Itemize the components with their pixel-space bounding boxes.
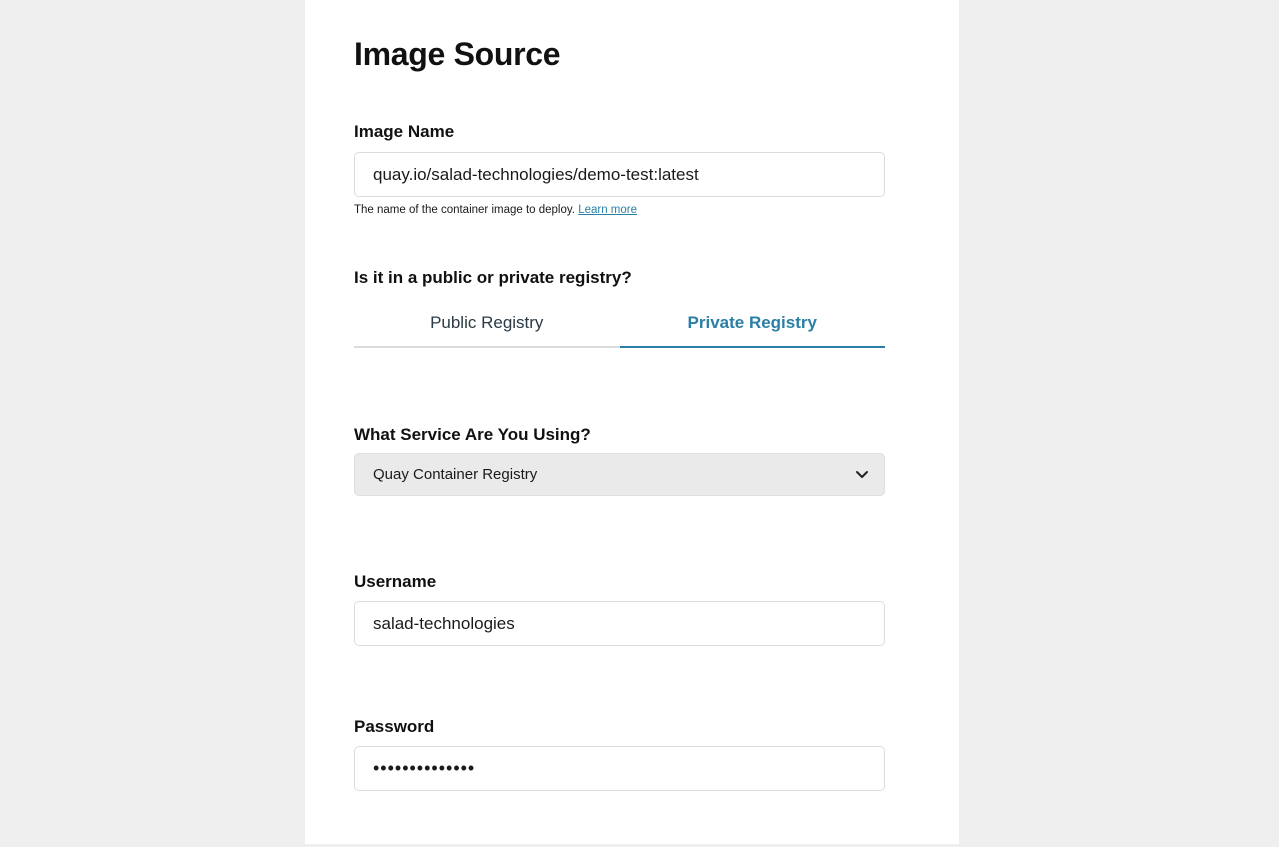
service-select[interactable]: Quay Container Registry [354,453,885,496]
image-name-input[interactable]: quay.io/salad-technologies/demo-test:lat… [354,152,885,197]
service-selected-value: Quay Container Registry [373,466,538,483]
registry-question: Is it in a public or private registry? [354,268,632,287]
username-input[interactable]: salad-technologies [354,601,885,646]
form-panel: Image Source Image Name quay.io/salad-te… [305,0,959,844]
learn-more-link[interactable]: Learn more [578,204,637,216]
username-label: Username [354,572,437,591]
image-name-label: Image Name [354,122,455,141]
helper-text: The name of the container image to deplo… [354,204,575,216]
service-label: What Service Are You Using? [354,425,591,444]
tab-private-registry[interactable]: Private Registry [619,303,885,348]
chevron-down-icon [856,471,868,478]
registry-tabs: Public Registry Private Registry [354,303,885,348]
password-label: Password [354,717,435,736]
password-input[interactable]: •••••••••••••• [354,746,885,791]
image-name-helper: The name of the container image to deplo… [354,204,637,216]
page-title: Image Source [354,36,561,72]
tab-public-registry[interactable]: Public Registry [354,303,620,348]
